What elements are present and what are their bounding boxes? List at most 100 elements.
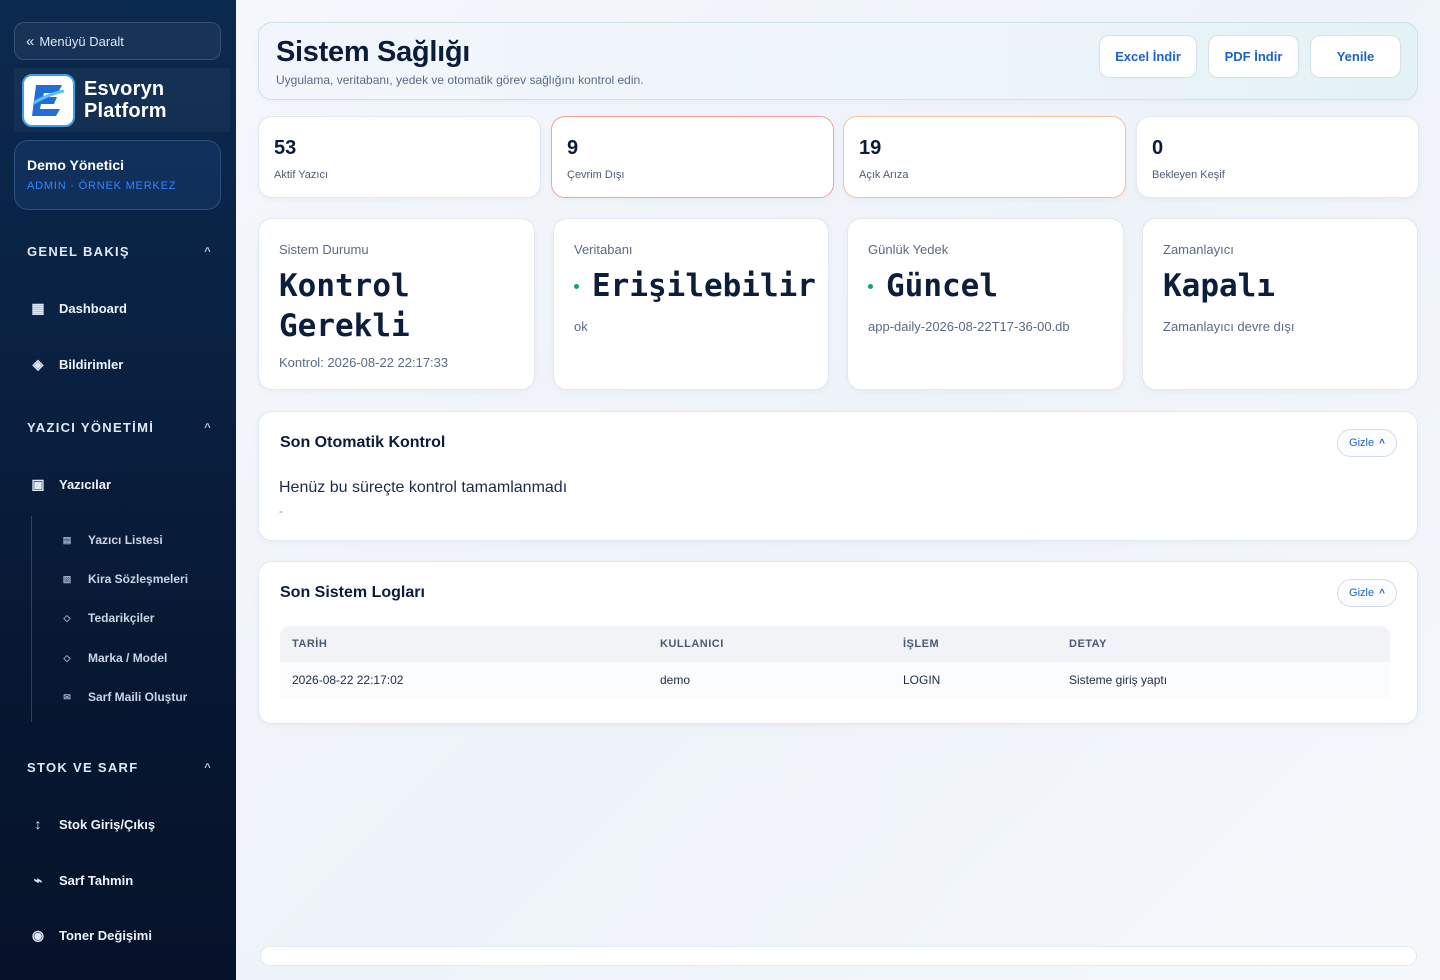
sidebar-subitem-label: Sarf Maili Oluştur	[88, 690, 188, 704]
status-label: Veritabanı	[574, 242, 633, 257]
page-header: Sistem Sağlığı Uygulama, veritabanı, yed…	[258, 22, 1418, 100]
status-card-system: Sistem Durumu Kontrol Gerekli Kontrol: 2…	[258, 218, 535, 390]
kpi-offline: 9 Çevrim Dışı	[551, 116, 834, 198]
sidebar-subitem-printer-list[interactable]: ▤ Yazıcı Listesi	[60, 533, 163, 547]
sidebar-item-label: Bildirimler	[59, 357, 124, 372]
main-content: Sistem Sağlığı Uygulama, veritabanı, yed…	[236, 0, 1440, 980]
sidebar-item-label: Yazıcılar	[59, 477, 112, 492]
kpi-label: Açık Arıza	[859, 169, 909, 181]
sidebar-subitem-suppliers[interactable]: ◇ Tedarikçiler	[60, 611, 155, 625]
status-value: Kapalı	[1163, 266, 1397, 306]
hide-logs-button[interactable]: Gizle ^	[1337, 579, 1397, 607]
kpi-active-printers: 53 Aktif Yazıcı	[258, 116, 541, 198]
brand-name: Esvoryn Platform	[84, 78, 167, 122]
sidebar-item-label: Toner Değişimi	[59, 928, 152, 943]
panel-title: Son Sistem Logları	[280, 584, 425, 601]
status-sub: Zamanlayıcı devre dışı	[1163, 319, 1295, 334]
hide-auto-check-button[interactable]: Gizle ^	[1337, 429, 1397, 457]
kpi-label: Aktif Yazıcı	[274, 169, 329, 181]
chevron-up-icon: ^	[204, 245, 212, 258]
kpi-label: Çevrim Dışı	[567, 169, 625, 181]
column-header-date[interactable]: TARİH	[280, 626, 648, 662]
status-value-text: Kapalı	[1163, 268, 1275, 304]
refresh-button[interactable]: Yenile	[1310, 35, 1401, 78]
nav-section-title: STOK VE SARF	[27, 760, 139, 775]
table-row[interactable]: 2026-08-22 22:17:02 demo LOGIN Sisteme g…	[280, 662, 1390, 698]
nav-section-overview[interactable]: GENEL BAKIŞ ^	[27, 244, 212, 259]
status-ok-dot-icon	[574, 284, 579, 289]
auto-check-message: Henüz bu süreçte kontrol tamamlanmadı	[279, 479, 568, 496]
mail-icon: ✉	[63, 691, 71, 702]
sidebar-item-dashboard[interactable]: ▦ Dashboard	[27, 300, 127, 317]
brand-logo-icon	[22, 73, 75, 127]
kpi-value: 53	[274, 137, 297, 159]
auto-check-panel: Son Otomatik Kontrol Gizle ^ Henüz bu sü…	[258, 411, 1418, 541]
trend-icon: ⌁	[33, 872, 43, 888]
pdf-download-button[interactable]: PDF İndir	[1208, 35, 1299, 78]
column-header-action[interactable]: İŞLEM	[891, 626, 1057, 662]
log-date-cell: 2026-08-22 22:17:02	[280, 662, 648, 698]
footer-bar	[260, 946, 1417, 966]
status-value-text: Kontrol Gerekli	[279, 268, 410, 344]
nav-section-printer-management[interactable]: YAZICI YÖNETİMİ ^	[27, 420, 212, 435]
log-detail-cell: Sisteme giriş yaptı	[1057, 662, 1390, 698]
small-diamond-icon: ◇	[63, 652, 71, 663]
status-card-scheduler: Zamanlayıcı Kapalı Zamanlayıcı devre dış…	[1142, 218, 1418, 390]
sidebar-item-label: Stok Giriş/Çıkış	[59, 816, 156, 832]
sidebar-subitem-label: Marka / Model	[88, 651, 168, 665]
column-header-user[interactable]: KULLANICI	[648, 626, 891, 662]
brand[interactable]: Esvoryn Platform	[14, 68, 230, 132]
nav-section-stock-supply[interactable]: STOK VE SARF ^	[27, 760, 212, 775]
excel-download-button[interactable]: Excel İndir	[1099, 35, 1197, 78]
status-value-text: Erişilebilir	[592, 268, 816, 304]
sidebar-subitem-brand-model[interactable]: ◇ Marka / Model	[60, 651, 168, 665]
kpi-open-faults: 19 Açık Arıza	[843, 116, 1126, 198]
status-card-database: Veritabanı Erişilebilir ok	[553, 218, 829, 390]
status-card-daily-backup: Günlük Yedek Güncel app-daily-2026-08-22…	[847, 218, 1124, 390]
diamond-icon: ◈	[32, 356, 44, 372]
sidebar-subitem-label: Kira Sözleşmeleri	[88, 572, 189, 586]
collapse-menu-button[interactable]: « Menüyü Daralt	[14, 22, 221, 60]
column-header-detail[interactable]: DETAY	[1057, 626, 1390, 662]
kpi-pending-surveys: 0 Bekleyen Keşif	[1136, 116, 1419, 198]
status-sub: ok	[574, 319, 588, 334]
status-ok-dot-icon	[868, 284, 873, 289]
chevron-up-icon: ^	[1379, 587, 1385, 599]
page-subtitle: Uygulama, veritabanı, yedek ve otomatik …	[276, 73, 644, 87]
chevron-up-icon: ^	[204, 421, 212, 434]
status-value: Güncel	[868, 266, 1103, 306]
hide-label: Gizle	[1349, 587, 1375, 599]
nav-section-title: YAZICI YÖNETİMİ	[27, 420, 155, 435]
user-card[interactable]: Demo Yönetici ADMIN · ÖRNEK MERKEZ	[14, 140, 221, 210]
sidebar-item-toner-change[interactable]: ◉ Toner Değişimi	[27, 927, 152, 944]
updown-arrow-icon: ↕	[34, 816, 42, 832]
chevron-up-icon: ^	[204, 761, 212, 774]
sidebar-item-notifications[interactable]: ◈ Bildirimler	[27, 356, 124, 373]
status-value-text: Güncel	[886, 268, 998, 304]
log-user-cell: demo	[648, 662, 891, 698]
kpi-label: Bekleyen Keşif	[1152, 169, 1225, 181]
printer-icon: ▣	[31, 476, 45, 492]
chevron-up-icon: ^	[1379, 437, 1385, 449]
grid-icon: ▦	[31, 300, 45, 316]
status-label: Sistem Durumu	[279, 242, 369, 257]
sidebar-subitem-supply-mail[interactable]: ✉ Sarf Maili Oluştur	[60, 690, 187, 704]
user-name: Demo Yönetici	[27, 157, 124, 173]
sidebar-item-supply-forecast[interactable]: ⌁ Sarf Tahmin	[27, 872, 133, 889]
logs-table: TARİH KULLANICI İŞLEM DETAY 2026-08-22 2…	[280, 626, 1390, 698]
sidebar-item-stock-io[interactable]: ↕ Stok Giriş/Çıkış	[27, 816, 156, 832]
panel-title: Son Otomatik Kontrol	[280, 434, 446, 451]
system-logs-panel: Son Sistem Logları Gizle ^ TARİH KULLANI…	[258, 561, 1418, 724]
sidebar-item-printers[interactable]: ▣ Yazıcılar	[27, 476, 111, 493]
sidebar-subitem-label: Tedarikçiler	[88, 611, 155, 625]
small-diamond-icon: ◇	[63, 612, 71, 623]
sidebar-item-label: Dashboard	[59, 301, 127, 316]
kpi-value: 19	[859, 137, 882, 159]
log-action-cell: LOGIN	[891, 662, 1057, 698]
sidebar-subitem-lease-contracts[interactable]: ▧ Kira Sözleşmeleri	[60, 572, 188, 586]
status-label: Zamanlayıcı	[1163, 242, 1234, 257]
list-icon: ▤	[62, 534, 72, 545]
status-sub: Kontrol: 2026-08-22 22:17:33	[279, 355, 449, 370]
page-title: Sistem Sağlığı	[276, 36, 471, 68]
kpi-value: 0	[1152, 137, 1164, 159]
